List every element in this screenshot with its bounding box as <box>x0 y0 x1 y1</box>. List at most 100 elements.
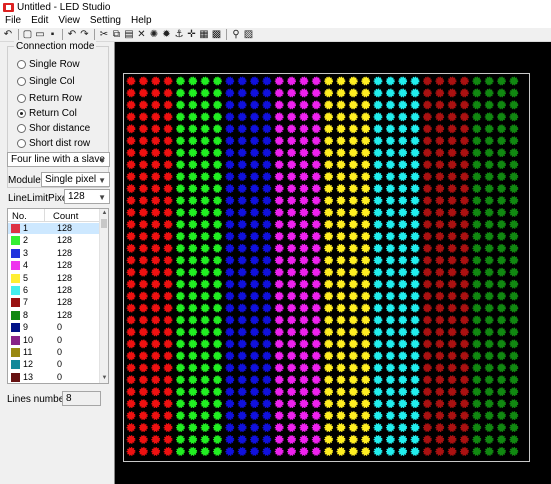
led-pixel[interactable] <box>348 196 358 205</box>
led-pixel[interactable] <box>163 447 173 456</box>
led-pixel[interactable] <box>324 363 333 373</box>
led-pixel[interactable] <box>484 112 494 122</box>
led-pixel[interactable] <box>287 184 296 193</box>
led-pixel[interactable] <box>460 160 469 170</box>
led-pixel[interactable] <box>299 399 309 409</box>
led-pixel[interactable] <box>287 351 296 361</box>
led-pixel[interactable] <box>460 375 469 385</box>
led-pixel[interactable] <box>213 148 222 158</box>
led-pixel[interactable] <box>324 327 333 337</box>
led-pixel[interactable] <box>472 363 482 373</box>
led-pixel[interactable] <box>460 124 469 134</box>
led-pixel[interactable] <box>509 411 519 420</box>
led-pixel[interactable] <box>188 243 198 253</box>
led-pixel[interactable] <box>398 435 408 444</box>
led-pixel[interactable] <box>361 267 371 277</box>
led-pixel[interactable] <box>311 231 321 241</box>
undo-icon[interactable]: ↶ <box>66 29 78 41</box>
led-pixel[interactable] <box>299 363 309 373</box>
led-pixel[interactable] <box>472 339 482 349</box>
led-pixel[interactable] <box>385 243 395 253</box>
led-pixel[interactable] <box>497 435 506 444</box>
led-pixel[interactable] <box>336 160 346 170</box>
led-pixel[interactable] <box>188 339 198 349</box>
led-pixel[interactable] <box>497 303 506 313</box>
led-pixel[interactable] <box>176 447 185 456</box>
led-pixel[interactable] <box>472 76 482 86</box>
led-pixel[interactable] <box>287 435 296 444</box>
led-pixel[interactable] <box>348 231 358 241</box>
led-pixel[interactable] <box>163 148 173 158</box>
led-pixel[interactable] <box>200 100 210 110</box>
led-pixel[interactable] <box>398 447 408 456</box>
led-pixel[interactable] <box>163 375 173 385</box>
led-pixel[interactable] <box>274 399 284 409</box>
led-pixel[interactable] <box>299 208 309 217</box>
led-pixel[interactable] <box>311 243 321 253</box>
led-pixel[interactable] <box>398 124 408 134</box>
led-pixel[interactable] <box>373 243 383 253</box>
led-pixel[interactable] <box>460 435 469 444</box>
led-pixel[interactable] <box>200 124 210 134</box>
led-pixel[interactable] <box>497 88 506 98</box>
led-pixel[interactable] <box>237 339 247 349</box>
led-pixel[interactable] <box>225 399 235 409</box>
led-pixel[interactable] <box>274 88 284 98</box>
led-pixel[interactable] <box>361 327 371 337</box>
led-pixel[interactable] <box>422 231 432 241</box>
led-pixel[interactable] <box>200 351 210 361</box>
led-pixel[interactable] <box>188 136 198 146</box>
led-pixel[interactable] <box>497 219 506 229</box>
led-pixel[interactable] <box>200 172 210 181</box>
led-pixel[interactable] <box>274 411 284 420</box>
led-pixel[interactable] <box>151 243 161 253</box>
led-pixel[interactable] <box>361 279 371 289</box>
led-pixel[interactable] <box>311 160 321 170</box>
led-pixel[interactable] <box>262 148 272 158</box>
led-pixel[interactable] <box>126 172 136 181</box>
led-pixel[interactable] <box>422 184 432 193</box>
line-mode-select[interactable]: Four line with a slave ▼ <box>7 152 110 167</box>
led-pixel[interactable] <box>176 136 185 146</box>
led-pixel[interactable] <box>237 303 247 313</box>
led-pixel[interactable] <box>237 184 247 193</box>
led-pixel[interactable] <box>138 375 148 385</box>
led-pixel[interactable] <box>176 231 185 241</box>
led-pixel[interactable] <box>299 184 309 193</box>
led-pixel[interactable] <box>385 303 395 313</box>
led-pixel[interactable] <box>348 100 358 110</box>
led-pixel[interactable] <box>237 351 247 361</box>
led-pixel[interactable] <box>151 219 161 229</box>
led-pixel[interactable] <box>250 136 259 146</box>
led-pixel[interactable] <box>138 351 148 361</box>
led-pixel[interactable] <box>385 76 395 86</box>
led-pixel[interactable] <box>299 339 309 349</box>
led-pixel[interactable] <box>213 435 222 444</box>
led-pixel[interactable] <box>287 243 296 253</box>
led-pixel[interactable] <box>398 136 408 146</box>
led-pixel[interactable] <box>200 88 210 98</box>
led-pixel[interactable] <box>509 375 519 385</box>
table-row[interactable]: 8 128 <box>8 310 99 321</box>
copy-icon[interactable]: ⧉ <box>111 29 123 41</box>
led-pixel[interactable] <box>287 88 296 98</box>
led-pixel[interactable] <box>361 363 371 373</box>
led-pixel[interactable] <box>287 255 296 265</box>
led-pixel[interactable] <box>237 399 247 409</box>
led-pixel[interactable] <box>484 124 494 134</box>
led-pixel[interactable] <box>213 136 222 146</box>
led-pixel[interactable] <box>509 124 519 134</box>
led-pixel[interactable] <box>373 411 383 420</box>
led-pixel[interactable] <box>484 148 494 158</box>
led-pixel[interactable] <box>373 447 383 456</box>
led-pixel[interactable] <box>225 136 235 146</box>
led-pixel[interactable] <box>398 196 408 205</box>
led-pixel[interactable] <box>311 435 321 444</box>
led-pixel[interactable] <box>472 327 482 337</box>
led-pixel[interactable] <box>497 124 506 134</box>
led-pixel[interactable] <box>385 423 395 432</box>
radio-single-col[interactable]: Single Col <box>17 76 75 87</box>
led-pixel[interactable] <box>472 172 482 181</box>
led-pixel[interactable] <box>163 255 173 265</box>
led-pixel[interactable] <box>126 196 136 205</box>
